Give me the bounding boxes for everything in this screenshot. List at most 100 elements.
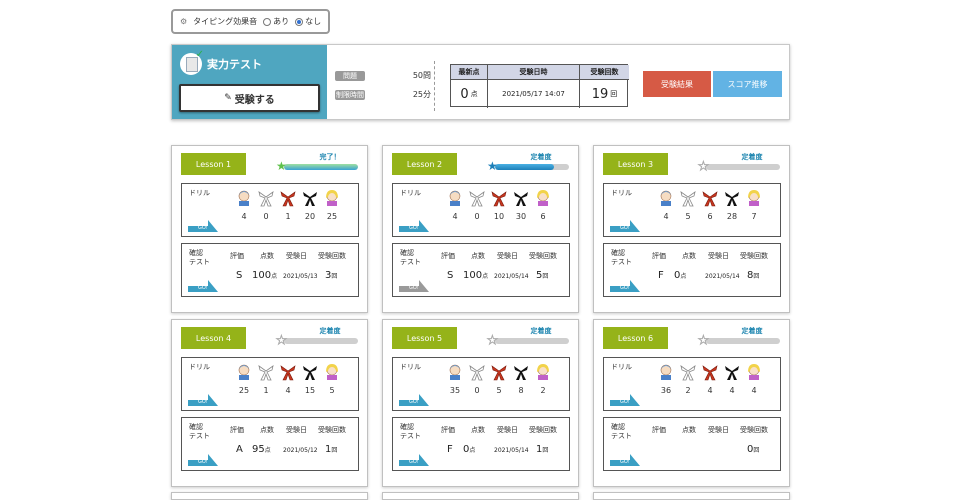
grade-value: F xyxy=(447,444,453,455)
test-count: 19 回 xyxy=(591,86,618,102)
score-header: 点数 xyxy=(260,252,274,260)
black-belt-icon xyxy=(511,363,531,381)
retention-progress-bar xyxy=(284,164,358,170)
count-value: 0回 xyxy=(747,444,760,455)
drill-count: 25 xyxy=(326,212,338,221)
drill-count: 15 xyxy=(304,386,316,395)
confirm-test-box: 確認 テスト 評価 点数 受験日 受験回数 F 0点 2021/05/14 8回 GO! xyxy=(603,243,781,297)
drill-go-button[interactable]: GO! xyxy=(610,218,640,232)
drill-icons xyxy=(234,363,342,381)
count-header: 受験回数 xyxy=(318,252,346,260)
time-limit-value: 25分 xyxy=(412,90,431,99)
drill-counts: 36 2 4 4 4 xyxy=(656,386,764,395)
lesson-card: Lesson 2 定着度 ★ ドリル 4 0 10 30 6 GO! 確認 テスト 評価 点数 受験日 受験回… xyxy=(382,145,579,313)
pencil-icon: ✎ xyxy=(224,93,232,103)
test-results-button[interactable]: 受験結果 xyxy=(643,71,711,97)
drill-label: ドリル xyxy=(611,363,632,371)
date-value: 2021/05/14 xyxy=(494,447,529,454)
retention-progress-bar xyxy=(706,338,780,344)
drill-count: 36 xyxy=(660,386,672,395)
red-belt-icon xyxy=(700,189,720,207)
drill-box: ドリル 35 0 5 8 2 GO! xyxy=(392,357,570,411)
retention-label: 定着度 xyxy=(741,327,763,335)
confirm-test-go-button[interactable]: GO! xyxy=(610,452,640,466)
radio-selected-icon xyxy=(295,17,304,26)
confirm-test-label: 確認 テスト xyxy=(400,423,421,440)
drill-go-button[interactable]: GO! xyxy=(188,392,218,406)
lesson-title[interactable]: Lesson 6 xyxy=(603,327,668,349)
retention-progress-bar xyxy=(284,338,358,344)
drill-counts: 35 0 5 8 2 xyxy=(445,386,553,395)
count-header: 受験回数 xyxy=(318,426,346,434)
date-header: 受験日 xyxy=(708,252,729,260)
drill-counts: 25 1 4 15 5 xyxy=(234,386,342,395)
date-header: 受験日 xyxy=(286,252,307,260)
drill-go-button[interactable]: GO! xyxy=(399,218,429,232)
retention-label: 定着度 xyxy=(530,153,552,161)
student-face-icon xyxy=(234,363,254,381)
lesson-card: Lesson 5 定着度 ★ ドリル 35 0 5 8 2 GO! 確認 テスト 評価 点数 受験日 受験回数… xyxy=(382,319,579,487)
drill-icons xyxy=(445,363,553,381)
white-belt-icon xyxy=(256,189,276,207)
black-belt-icon xyxy=(722,189,742,207)
drill-count: 7 xyxy=(751,212,757,221)
confirm-test-go-button[interactable]: GO! xyxy=(399,452,429,466)
retention-progress-bar xyxy=(706,164,780,170)
lesson-title[interactable]: Lesson 5 xyxy=(392,327,457,349)
question-count-value: 50問 xyxy=(412,71,431,80)
retention-label: 定着度 xyxy=(530,327,552,335)
lesson-card: Lesson 4 定着度 ★ ドリル 25 1 4 15 5 GO! 確認 テスト 評価 点数 受験日 受験回… xyxy=(171,319,368,487)
drill-go-button[interactable]: GO! xyxy=(188,218,218,232)
drill-count: 2 xyxy=(685,386,691,395)
datetime-header: 受験日時 xyxy=(488,65,580,80)
date-header: 受験日 xyxy=(286,426,307,434)
confirm-test-box: 確認 テスト 評価 点数 受験日 受験回数 0回 GO! xyxy=(603,417,781,471)
confirm-test-go-button[interactable]: GO! xyxy=(610,278,640,292)
gear-icon: ⚙ xyxy=(180,17,188,26)
confirm-test-go-button[interactable]: GO! xyxy=(188,278,218,292)
retention-label: 完了！ xyxy=(319,153,341,161)
drill-go-button[interactable]: GO! xyxy=(610,392,640,406)
white-belt-icon xyxy=(256,363,276,381)
retention-label: 定着度 xyxy=(319,327,341,335)
score-trend-button[interactable]: スコア推移 xyxy=(713,71,782,97)
take-test-button[interactable]: ✎ 受験する xyxy=(179,84,320,112)
white-belt-icon xyxy=(467,189,487,207)
divider xyxy=(434,61,435,111)
confirm-test-go-button[interactable]: GO! xyxy=(399,278,429,292)
lesson-title[interactable]: Lesson 1 xyxy=(181,153,246,175)
red-belt-icon xyxy=(278,363,298,381)
lesson-title[interactable]: Lesson 4 xyxy=(181,327,246,349)
white-belt-icon xyxy=(467,363,487,381)
time-limit-label: 制限時間 xyxy=(335,90,365,100)
lesson-card-partial xyxy=(171,492,368,500)
latest-score-header: 最新点 xyxy=(451,65,488,80)
retention-progress-bar xyxy=(495,338,569,344)
confirm-test-label: 確認 テスト xyxy=(611,249,632,266)
star-icon: ★ xyxy=(698,159,710,173)
student-face-icon xyxy=(445,363,465,381)
drill-icons xyxy=(656,189,764,207)
student-face-icon xyxy=(445,189,465,207)
confirm-test-go-button[interactable]: GO! xyxy=(188,452,218,466)
student-face-icon xyxy=(656,189,676,207)
teacher-face-icon xyxy=(533,363,553,381)
test-stats-table: 最新点 受験日時 受験回数 0点 2021/05/17 14:07 19 回 xyxy=(450,64,629,108)
score-header: 点数 xyxy=(260,426,274,434)
drill-count: 4 xyxy=(751,386,757,395)
sound-off-radio[interactable]: なし xyxy=(295,16,321,27)
teacher-face-icon xyxy=(744,189,764,207)
star-icon: ★ xyxy=(487,333,499,347)
practice-test-header: 実力テスト ✎ 受験する xyxy=(172,45,327,119)
drill-go-button[interactable]: GO! xyxy=(399,392,429,406)
sound-on-radio[interactable]: あり xyxy=(263,16,289,27)
lesson-title[interactable]: Lesson 2 xyxy=(392,153,457,175)
date-header: 受験日 xyxy=(708,426,729,434)
drill-count: 0 xyxy=(474,386,480,395)
lesson-title[interactable]: Lesson 3 xyxy=(603,153,668,175)
student-face-icon xyxy=(234,189,254,207)
lesson-card: Lesson 6 定着度 ★ ドリル 36 2 4 4 4 GO! 確認 テスト 評価 点数 受験日 受験回数… xyxy=(593,319,790,487)
count-value: 3回 xyxy=(325,270,338,281)
drill-count: 5 xyxy=(685,212,691,221)
teacher-face-icon xyxy=(744,363,764,381)
